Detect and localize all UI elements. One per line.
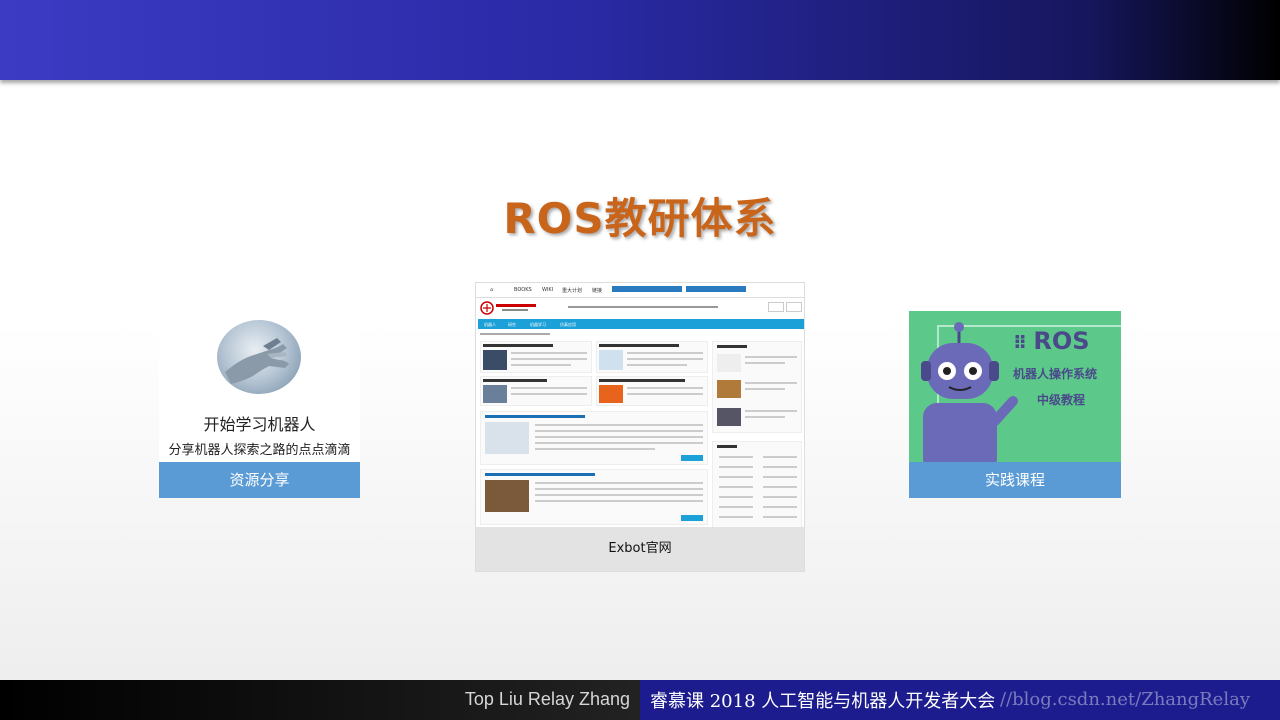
footer-left: Top Liu Relay Zhang <box>0 680 640 720</box>
footer-right: 睿慕课 2018 人工智能与机器人开发者大会 //blog.csdn.net/Z… <box>640 680 1280 720</box>
footer-bar: Top Liu Relay Zhang 睿慕课 2018 人工智能与机器人开发者… <box>0 680 1280 720</box>
robot-hand-image <box>217 320 301 394</box>
ros-logo: ⠿ ROS <box>1013 327 1090 355</box>
nav-item: WIKI <box>542 287 554 293</box>
menu-item: 机器人 <box>484 322 496 327</box>
home-icon: ⌂ <box>490 287 494 293</box>
practice-course-label[interactable]: 实践课程 <box>909 462 1121 498</box>
robot-mascot-icon <box>909 321 1019 475</box>
website-header <box>476 298 804 318</box>
website-nav-bar: ⌂ BOOKS WIKI 重大计划 链接 <box>476 283 804 298</box>
top-banner <box>0 0 1280 80</box>
card-heading: 开始学习机器人 <box>203 415 316 434</box>
resource-share-card[interactable]: 开始学习机器人 分享机器人探索之路的点点滴滴 资源分享 <box>159 311 360 498</box>
website-posts <box>480 341 708 529</box>
footer-event: 睿慕课 2018 人工智能与机器人开发者大会 <box>650 691 996 712</box>
card-subheading: 分享机器人探索之路的点点滴滴 <box>168 443 351 458</box>
exbot-logo <box>480 301 544 315</box>
menu-item: 研究 <box>508 322 516 327</box>
practice-course-card[interactable]: ⠿ ROS 机器人操作系统 中级教程 实践课程 <box>909 311 1121 498</box>
menu-item: 仿真应用 <box>560 322 576 327</box>
website-menu: 机器人 研究 机器学习 仿真应用 <box>478 319 804 329</box>
exbot-caption[interactable]: Exbot官网 <box>476 527 804 571</box>
website-sidebar <box>712 341 802 529</box>
slide-title: ROS教研体系 <box>503 194 777 243</box>
nav-item: 重大计划 <box>562 288 583 294</box>
footer-authors: Top Liu Relay Zhang <box>464 689 630 709</box>
nav-item: BOOKS <box>514 287 532 293</box>
exbot-website-card[interactable]: ⌂ BOOKS WIKI 重大计划 链接 机器人 研究 机器学习 仿真应用 Ex… <box>475 282 805 572</box>
nav-item: 链接 <box>592 288 603 294</box>
menu-item: 机器学习 <box>530 322 546 327</box>
ros-dots-icon: ⠿ <box>1013 333 1027 354</box>
course-title: 机器人操作系统 <box>1013 367 1098 381</box>
resource-share-label[interactable]: 资源分享 <box>159 462 360 498</box>
footer-url: //blog.csdn.net/ZhangRelay <box>1000 689 1250 710</box>
course-level: 中级教程 <box>1037 393 1086 407</box>
